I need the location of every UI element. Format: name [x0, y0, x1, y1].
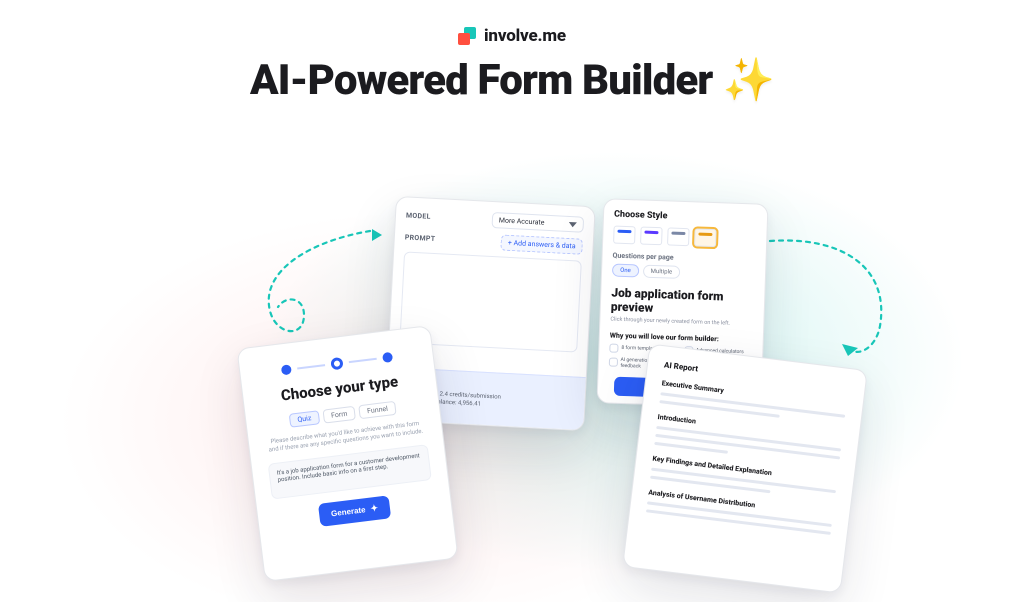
model-select-value: More Accurate — [499, 216, 545, 226]
step-dot-upcoming-icon — [382, 352, 393, 363]
type-card: Choose your type Quiz Form Funnel Please… — [236, 325, 458, 582]
qpp-option-one[interactable]: One — [612, 264, 639, 278]
add-answers-button[interactable]: + Add answers & data — [500, 234, 583, 254]
feature-icon — [609, 358, 618, 367]
tab-funnel[interactable]: Funnel — [358, 401, 396, 419]
step-dot-done-icon — [280, 364, 291, 375]
style-swatches — [613, 226, 757, 249]
model-select[interactable]: More Accurate — [491, 212, 584, 233]
feature-icon — [609, 343, 618, 352]
chevron-down-icon — [569, 222, 577, 227]
style-swatch[interactable] — [613, 226, 636, 245]
style-swatch-selected[interactable] — [694, 228, 717, 247]
prompt-label: PROMPT — [405, 233, 436, 243]
step-dot-current-icon — [330, 357, 343, 370]
tab-form[interactable]: Form — [322, 406, 356, 424]
preview-title: Job application form preview — [611, 287, 755, 320]
tab-quiz[interactable]: Quiz — [289, 410, 320, 428]
qpp-label: Questions per page — [612, 252, 755, 265]
style-swatch[interactable] — [640, 226, 663, 245]
generate-button-label: Generate — [331, 505, 367, 518]
sparkle-icon: ✦ — [370, 503, 379, 515]
style-swatch[interactable] — [667, 227, 690, 246]
why-title: Why you will love our form builder: — [610, 331, 753, 344]
generate-button[interactable]: Generate ✦ — [318, 495, 392, 527]
style-heading: Choose Style — [614, 210, 757, 225]
model-label: MODEL — [406, 211, 431, 220]
qpp-option-multiple[interactable]: Multiple — [643, 265, 681, 279]
report-card: AI Report Executive Summary Introduction… — [622, 343, 868, 593]
